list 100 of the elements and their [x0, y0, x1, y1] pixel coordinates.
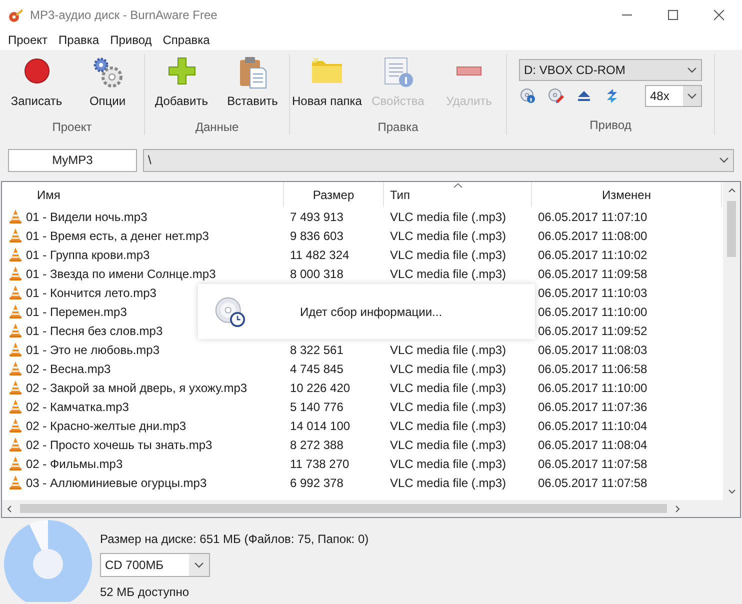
- project-name-field[interactable]: MyMP3: [8, 148, 137, 172]
- free-space-text: 52 МБ доступно: [100, 584, 190, 601]
- column-header[interactable]: Изменен: [532, 182, 722, 207]
- scroll-up-icon[interactable]: [728, 188, 736, 193]
- group-label: Правка: [378, 119, 418, 136]
- file-size: 8 322 561: [290, 342, 344, 356]
- file-size: 11 738 270: [290, 456, 350, 470]
- file-type: VLC media file (.mp3): [390, 438, 506, 452]
- group-label: Данные: [195, 119, 239, 136]
- file-size: 8 272 388: [290, 438, 344, 452]
- menu-item[interactable]: Правка: [54, 31, 104, 49]
- file-type: VLC media file (.mp3): [390, 476, 506, 490]
- menu-item[interactable]: Справка: [158, 31, 214, 49]
- scroll-down-icon[interactable]: [728, 489, 736, 494]
- file-name[interactable]: 02 - Фильмы.mp3: [26, 454, 123, 472]
- file-modified: 06.05.2017 11:09:58: [538, 266, 648, 280]
- maximize-icon[interactable]: [667, 9, 679, 21]
- scrollbar-thumb[interactable]: [20, 504, 667, 513]
- path-dropdown[interactable]: \: [143, 148, 734, 172]
- file-type: VLC media file (.mp3): [390, 380, 506, 394]
- vlc-cone-icon: [9, 437, 22, 452]
- file-name[interactable]: 01 - Время есть, а денег нет.mp3: [26, 226, 209, 244]
- file-modified: 06.05.2017 11:10:04: [538, 418, 648, 432]
- toolbar-button[interactable]: Добавить: [146, 54, 217, 110]
- eject-icon: [577, 89, 591, 103]
- toolbar-button[interactable]: Опции: [72, 54, 143, 110]
- toolbar-button[interactable]: Новая папка: [292, 54, 362, 110]
- vlc-cone-icon: [9, 228, 22, 243]
- disc-clock-icon: [214, 296, 246, 328]
- disc-type-dropdown[interactable]: CD 700МБ: [100, 553, 210, 577]
- close-icon[interactable]: [713, 9, 725, 21]
- menu-item[interactable]: Привод: [106, 31, 156, 49]
- file-name[interactable]: 01 - Это не любовь.mp3: [26, 340, 160, 358]
- disc-size-text: Размер на диске: 651 МБ (Файлов: 75, Папок: 0): [100, 531, 369, 548]
- file-size: 9 836 603: [290, 228, 344, 242]
- vlc-cone-icon: [9, 209, 22, 224]
- drive-tool-button[interactable]: [547, 87, 565, 105]
- app-logo-icon: [8, 7, 24, 23]
- scroll-left-icon[interactable]: [7, 504, 12, 512]
- record-icon: [22, 56, 52, 86]
- file-size: 10 226 420: [290, 380, 350, 394]
- clipboard-icon: [238, 56, 268, 90]
- column-header[interactable]: Размер: [284, 182, 384, 207]
- vlc-cone-icon: [9, 285, 22, 300]
- file-type: VLC media file (.mp3): [390, 456, 506, 470]
- file-size: 6 992 378: [290, 476, 344, 490]
- file-name[interactable]: 02 - Красно-желтые дни.mp3: [26, 416, 186, 434]
- vlc-cone-icon: [9, 380, 22, 395]
- drive-dropdown[interactable]: D: VBOX CD-ROM: [519, 59, 702, 81]
- file-name[interactable]: 01 - Видели ночь.mp3: [26, 208, 148, 226]
- file-modified: 06.05.2017 11:07:10: [538, 210, 648, 224]
- chevron-down-icon: [687, 93, 697, 99]
- vertical-scrollbar[interactable]: [723, 182, 740, 500]
- folder-icon: [310, 56, 344, 86]
- file-name[interactable]: 02 - Просто хочешь ты знать.mp3: [26, 436, 212, 454]
- file-name[interactable]: 01 - Кончится лето.mp3: [26, 284, 156, 302]
- file-type: VLC media file (.mp3): [390, 228, 506, 242]
- group-label: Привод: [590, 117, 632, 134]
- disc-info-icon: [520, 88, 536, 104]
- vlc-cone-icon: [9, 361, 22, 376]
- scrollbar-thumb[interactable]: [727, 201, 736, 257]
- file-name[interactable]: 01 - Перемен.mp3: [26, 302, 127, 320]
- file-modified: 06.05.2017 11:08:03: [538, 342, 648, 356]
- toolbar-button[interactable]: Записать: [1, 54, 72, 110]
- file-modified: 06.05.2017 11:08:04: [538, 438, 648, 452]
- file-type: VLC media file (.mp3): [390, 248, 506, 262]
- file-name[interactable]: 01 - Группа крови.mp3: [26, 246, 150, 264]
- file-name[interactable]: 02 - Весна.mp3: [26, 360, 111, 378]
- vlc-cone-icon: [9, 304, 22, 319]
- file-modified: 06.05.2017 11:10:02: [538, 248, 648, 262]
- file-size: 7 493 913: [290, 210, 344, 224]
- vlc-cone-icon: [9, 247, 22, 262]
- properties-icon: [382, 56, 414, 88]
- progress-message: Идет сбор информации...: [300, 304, 442, 320]
- drive-tool-button[interactable]: [519, 87, 537, 105]
- file-modified: 06.05.2017 11:07:58: [538, 456, 648, 470]
- file-name[interactable]: 01 - Звезда по имени Солнце.mp3: [26, 264, 216, 282]
- file-modified: 06.05.2017 11:08:00: [538, 228, 648, 242]
- chevron-down-icon: [719, 157, 729, 163]
- column-header[interactable]: Имя: [2, 182, 284, 207]
- file-size: 4 745 845: [290, 362, 344, 376]
- file-type: VLC media file (.mp3): [390, 342, 506, 356]
- toolbar-button[interactable]: Вставить: [217, 54, 288, 110]
- file-modified: 06.05.2017 11:10:03: [538, 286, 648, 300]
- file-type: VLC media file (.mp3): [390, 266, 506, 280]
- window-title: MP3-аудио диск - BurnAware Free: [30, 7, 218, 24]
- vlc-cone-icon: [9, 323, 22, 338]
- file-modified: 06.05.2017 11:10:00: [538, 380, 648, 394]
- file-modified: 06.05.2017 11:07:36: [538, 400, 648, 414]
- file-name[interactable]: 02 - Закрой за мной дверь, я ухожу.mp3: [26, 378, 248, 396]
- file-size: 8 000 318: [290, 266, 344, 280]
- column-header[interactable]: Тип: [384, 182, 532, 207]
- file-name[interactable]: 03 - Аллюминиевые огурцы.mp3: [26, 474, 207, 492]
- horizontal-scrollbar[interactable]: [2, 500, 740, 517]
- file-name[interactable]: 02 - Камчатка.mp3: [26, 398, 129, 416]
- speed-dropdown[interactable]: 48x: [645, 85, 702, 107]
- file-name[interactable]: 01 - Песня без слов.mp3: [26, 322, 163, 340]
- scroll-right-icon[interactable]: [675, 504, 680, 512]
- file-size: 11 482 324: [290, 248, 350, 262]
- menu-item[interactable]: Проект: [4, 31, 52, 49]
